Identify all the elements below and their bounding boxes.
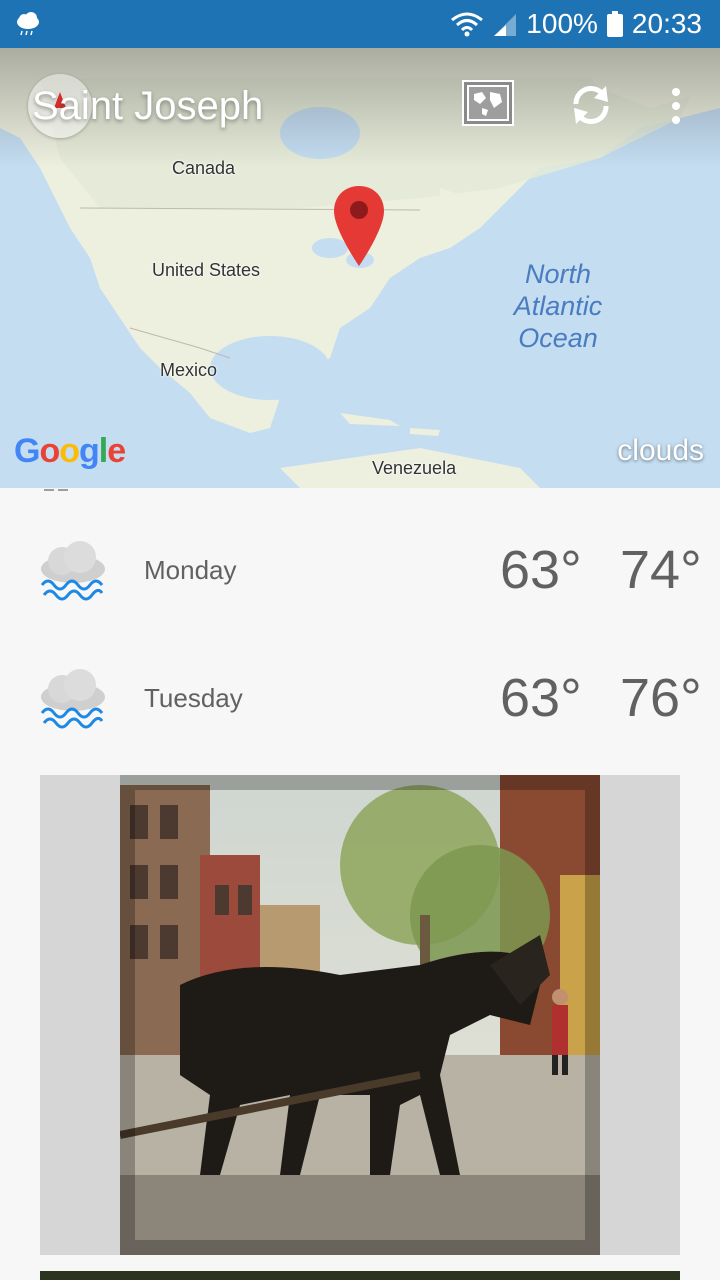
ocean-label-line-1: North <box>524 259 592 289</box>
ocean-label-line-2: Atlantic <box>513 291 603 321</box>
forecast-max-temp: 76° <box>620 668 702 728</box>
google-logo: Google <box>14 432 126 470</box>
rain-cloud-icon <box>40 669 105 729</box>
status-bar: 100% 20:33 <box>0 0 720 48</box>
map-label-mexico: Mexico <box>160 360 218 380</box>
location-photo[interactable] <box>120 775 600 1255</box>
map-layer-button[interactable] <box>462 80 514 126</box>
forecast-day: Tuesday <box>144 683 243 713</box>
next-photo-card[interactable] <box>40 1271 680 1280</box>
map-label-united-states: United States <box>152 260 261 280</box>
forecast-min-temp: 63° <box>500 540 582 600</box>
location-photo-card[interactable] <box>40 775 680 1255</box>
forecast-row[interactable]: Monday 63° 74° <box>0 521 720 649</box>
rain-cloud-icon <box>40 541 105 601</box>
battery-percent: 100% <box>526 8 598 39</box>
forecast-max-temp: 74° <box>620 540 702 600</box>
location-pin-icon[interactable] <box>332 184 386 268</box>
world-map-icon <box>467 85 509 121</box>
overflow-menu-icon[interactable] <box>664 84 688 128</box>
partial-weather-icon <box>44 489 68 491</box>
city-title: Saint Joseph <box>32 84 264 128</box>
clock: 20:33 <box>631 8 702 39</box>
forecast-row[interactable]: Tuesday 63° 76° <box>0 649 720 777</box>
horse-carriage-photo <box>120 775 600 1255</box>
map-layer-label: clouds <box>617 434 704 467</box>
map-label-ocean: North Atlantic Ocean <box>508 258 608 354</box>
ocean-label-line-3: Ocean <box>518 323 598 353</box>
battery-icon <box>606 11 623 37</box>
wifi-icon <box>451 12 484 37</box>
signal-icon <box>494 14 517 36</box>
forecast-min-temp: 63° <box>500 668 582 728</box>
weather-notification-icon <box>17 12 39 36</box>
map-label-venezuela: Venezuela <box>372 458 457 478</box>
refresh-icon[interactable] <box>566 80 616 130</box>
forecast-day: Monday <box>144 555 237 585</box>
